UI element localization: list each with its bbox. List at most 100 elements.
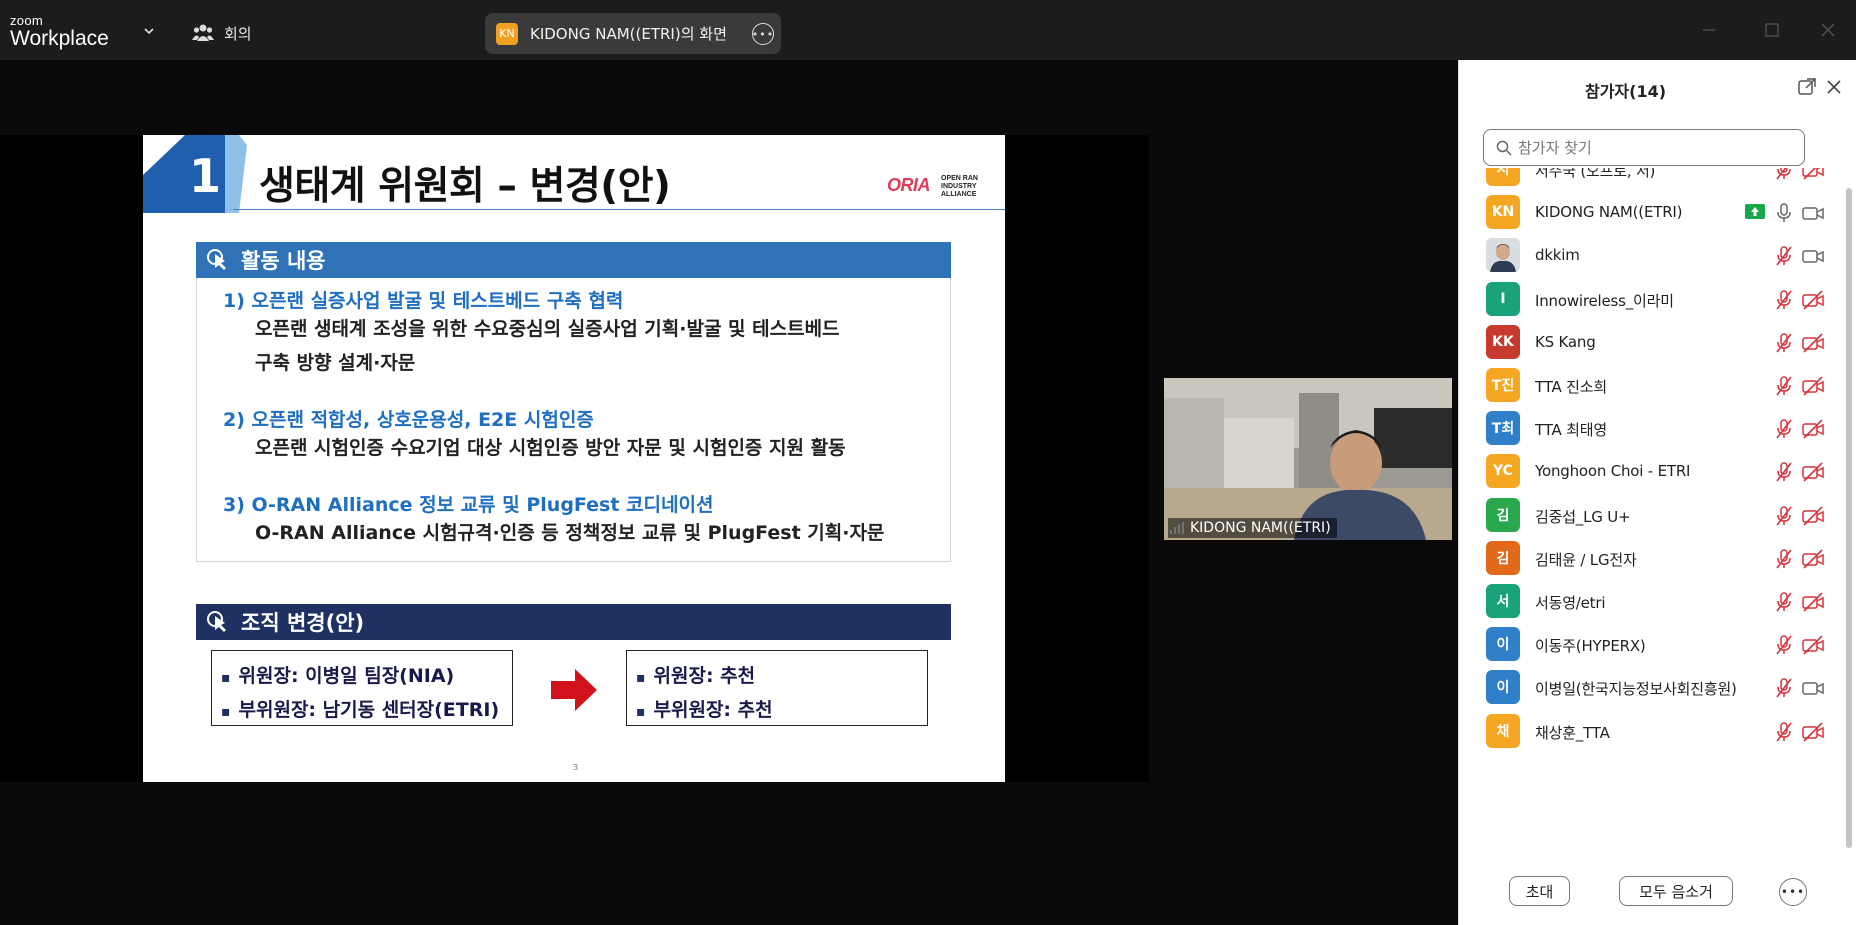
camera-off-icon[interactable] bbox=[1801, 721, 1825, 747]
camera-off-icon[interactable] bbox=[1801, 591, 1825, 617]
participant-name: TTA 최태영 bbox=[1535, 421, 1607, 440]
section-header-organization: 조직 변경(안) bbox=[196, 604, 951, 640]
pointer-hand-icon bbox=[207, 249, 226, 270]
title-bar: zoom Workplace 회의 KN KIDONG NAM((ETRI)의 … bbox=[0, 0, 1856, 60]
screen-share-indicator[interactable]: KN KIDONG NAM((ETRI)의 화면 ••• bbox=[485, 13, 781, 54]
section-title-activities: 활동 내용 bbox=[241, 249, 326, 273]
search-input[interactable] bbox=[1518, 136, 1798, 160]
mic-muted-icon[interactable] bbox=[1773, 505, 1795, 531]
meeting-label: 회의 bbox=[224, 24, 252, 43]
participant-search[interactable] bbox=[1483, 129, 1805, 166]
camera-off-icon[interactable] bbox=[1801, 168, 1825, 185]
chevron-down-icon[interactable] bbox=[142, 24, 156, 38]
camera-icon[interactable] bbox=[1801, 677, 1825, 703]
mic-muted-icon[interactable] bbox=[1773, 677, 1795, 703]
participant-name: dkkim bbox=[1535, 246, 1580, 265]
mic-muted-icon[interactable] bbox=[1773, 634, 1795, 660]
more-options-icon[interactable]: ••• bbox=[752, 23, 774, 45]
avatar: T진 bbox=[1486, 368, 1520, 402]
scrollbar-thumb[interactable] bbox=[1846, 188, 1852, 848]
mic-muted-icon[interactable] bbox=[1773, 721, 1795, 747]
zoom-workplace-logo: zoom Workplace bbox=[10, 14, 109, 49]
avatar: 이 bbox=[1486, 627, 1520, 662]
mic-muted-icon[interactable] bbox=[1773, 591, 1795, 617]
search-icon bbox=[1496, 140, 1512, 156]
maximize-icon[interactable] bbox=[1760, 18, 1784, 42]
mic-muted-icon[interactable] bbox=[1773, 168, 1795, 185]
participant-name: KS Kang bbox=[1535, 332, 1596, 351]
participant-name: 이동주(HYPERX) bbox=[1535, 637, 1646, 656]
mic-muted-icon[interactable] bbox=[1773, 548, 1795, 574]
activity-item-2-body: 오픈랜 시험인증 수요기업 대상 시험인증 방안 자문 및 시험인증 지원 활동 bbox=[255, 437, 846, 459]
participant-row[interactable]: 채 채상훈_TTA bbox=[1459, 706, 1845, 757]
participant-name: KIDONG NAM((ETRI) bbox=[1535, 203, 1683, 222]
mic-muted-icon[interactable] bbox=[1773, 418, 1795, 444]
camera-off-icon[interactable] bbox=[1801, 548, 1825, 574]
participant-name: TTA 진소희 bbox=[1535, 378, 1607, 396]
slide-page-number: 3 bbox=[573, 763, 579, 772]
mic-muted-icon[interactable] bbox=[1773, 375, 1795, 401]
more-options-button[interactable]: ••• bbox=[1779, 878, 1807, 906]
logo-text: ORIA bbox=[887, 175, 931, 195]
participant-scrollbar[interactable] bbox=[1846, 184, 1852, 852]
avatar: 채 bbox=[1486, 713, 1520, 748]
video-feed bbox=[1164, 378, 1452, 540]
camera-off-icon[interactable] bbox=[1801, 332, 1825, 358]
participant-name: Innowireless_이라미 bbox=[1535, 291, 1674, 310]
logo-small-text: OPEN RAN INDUSTRY ALLIANCE bbox=[941, 175, 978, 198]
participant-name: 김중섭_LG U+ bbox=[1535, 507, 1631, 526]
close-window-icon[interactable] bbox=[1816, 18, 1840, 42]
section-title-organization: 조직 변경(안) bbox=[241, 611, 365, 635]
screen-share-icon bbox=[1745, 204, 1765, 220]
activity-item-3-heading: 3) O-RAN Alliance 정보 교류 및 PlugFest 코디네이션 bbox=[223, 494, 714, 516]
camera-off-icon[interactable] bbox=[1801, 505, 1825, 531]
right-arrow-icon bbox=[551, 669, 597, 711]
invite-button[interactable]: 초대 bbox=[1509, 876, 1570, 906]
oria-logo: ORIA OPEN RAN INDUSTRY ALLIANCE bbox=[885, 173, 985, 199]
camera-icon[interactable] bbox=[1801, 245, 1825, 271]
camera-off-icon[interactable] bbox=[1801, 375, 1825, 401]
activity-item-2-heading: 2) 오픈랜 적합성, 상호운용성, E2E 시험인증 bbox=[223, 409, 594, 431]
meeting-button[interactable]: 회의 bbox=[192, 20, 252, 46]
participant-name: 서주국 (오프로, 서) bbox=[1535, 168, 1656, 180]
mic-muted-icon[interactable] bbox=[1773, 245, 1795, 271]
minimize-icon[interactable] bbox=[1697, 18, 1721, 42]
avatar: 김 bbox=[1486, 540, 1520, 575]
brand-small-text: zoom bbox=[10, 13, 43, 28]
camera-icon[interactable] bbox=[1801, 202, 1825, 228]
shared-slide: 1 생태계 위원회 – 변경(안) ORIA OPEN RAN INDUSTRY A… bbox=[143, 135, 1005, 782]
mute-all-button[interactable]: 모두 음소거 bbox=[1619, 876, 1733, 906]
activity-item-1-heading: 1) 오픈랜 실증사업 발굴 및 테스트베드 구축 협력 bbox=[223, 290, 624, 312]
pop-out-icon[interactable] bbox=[1797, 77, 1817, 97]
org-after-box: 위원장: 추천 부위원장: 추천 bbox=[626, 650, 928, 726]
share-title: KIDONG NAM((ETRI)의 화면 bbox=[530, 25, 727, 43]
mic-muted-icon[interactable] bbox=[1773, 332, 1795, 358]
org-before-chair: 위원장: 이병일 팀장(NIA) bbox=[221, 661, 455, 688]
camera-off-icon[interactable] bbox=[1801, 418, 1825, 444]
people-icon bbox=[192, 24, 214, 41]
video-participant-name: KIDONG NAM((ETRI) bbox=[1168, 518, 1337, 538]
camera-off-icon[interactable] bbox=[1801, 634, 1825, 660]
slide-title: 생태계 위원회 – 변경(안) bbox=[259, 164, 671, 209]
mic-icon[interactable] bbox=[1773, 202, 1795, 228]
camera-off-icon[interactable] bbox=[1801, 461, 1825, 487]
participant-name: 김태윤 / LG전자 bbox=[1535, 550, 1637, 569]
brand-large-text: Workplace bbox=[10, 27, 109, 50]
slide-number: 1 bbox=[189, 149, 222, 203]
avatar bbox=[1486, 238, 1520, 273]
avatar: 서 bbox=[1486, 584, 1520, 618]
section-header-activities: 활동 내용 bbox=[196, 242, 951, 278]
avatar: YC bbox=[1486, 454, 1520, 489]
participant-list: 서 서주국 (오프로, 서) KN KIDONG NAM((ETRI) dkkim I In… bbox=[1459, 168, 1845, 850]
participant-video-tile[interactable]: KIDONG NAM((ETRI) bbox=[1164, 378, 1452, 540]
avatar: KK bbox=[1486, 324, 1520, 359]
mic-muted-icon[interactable] bbox=[1773, 461, 1795, 487]
org-before-box: 위원장: 이병일 팀장(NIA) 부위원장: 남기동 센터장(ETRI) bbox=[211, 650, 513, 726]
participant-name: Yonghoon Choi - ETRI bbox=[1535, 462, 1691, 481]
avatar: KN bbox=[1486, 195, 1520, 230]
participants-title: 참가자(14) bbox=[1584, 82, 1667, 101]
participant-name: 서동영/etri bbox=[1535, 594, 1606, 612]
mic-muted-icon[interactable] bbox=[1773, 289, 1795, 315]
close-panel-icon[interactable] bbox=[1825, 78, 1843, 96]
camera-off-icon[interactable] bbox=[1801, 289, 1825, 315]
